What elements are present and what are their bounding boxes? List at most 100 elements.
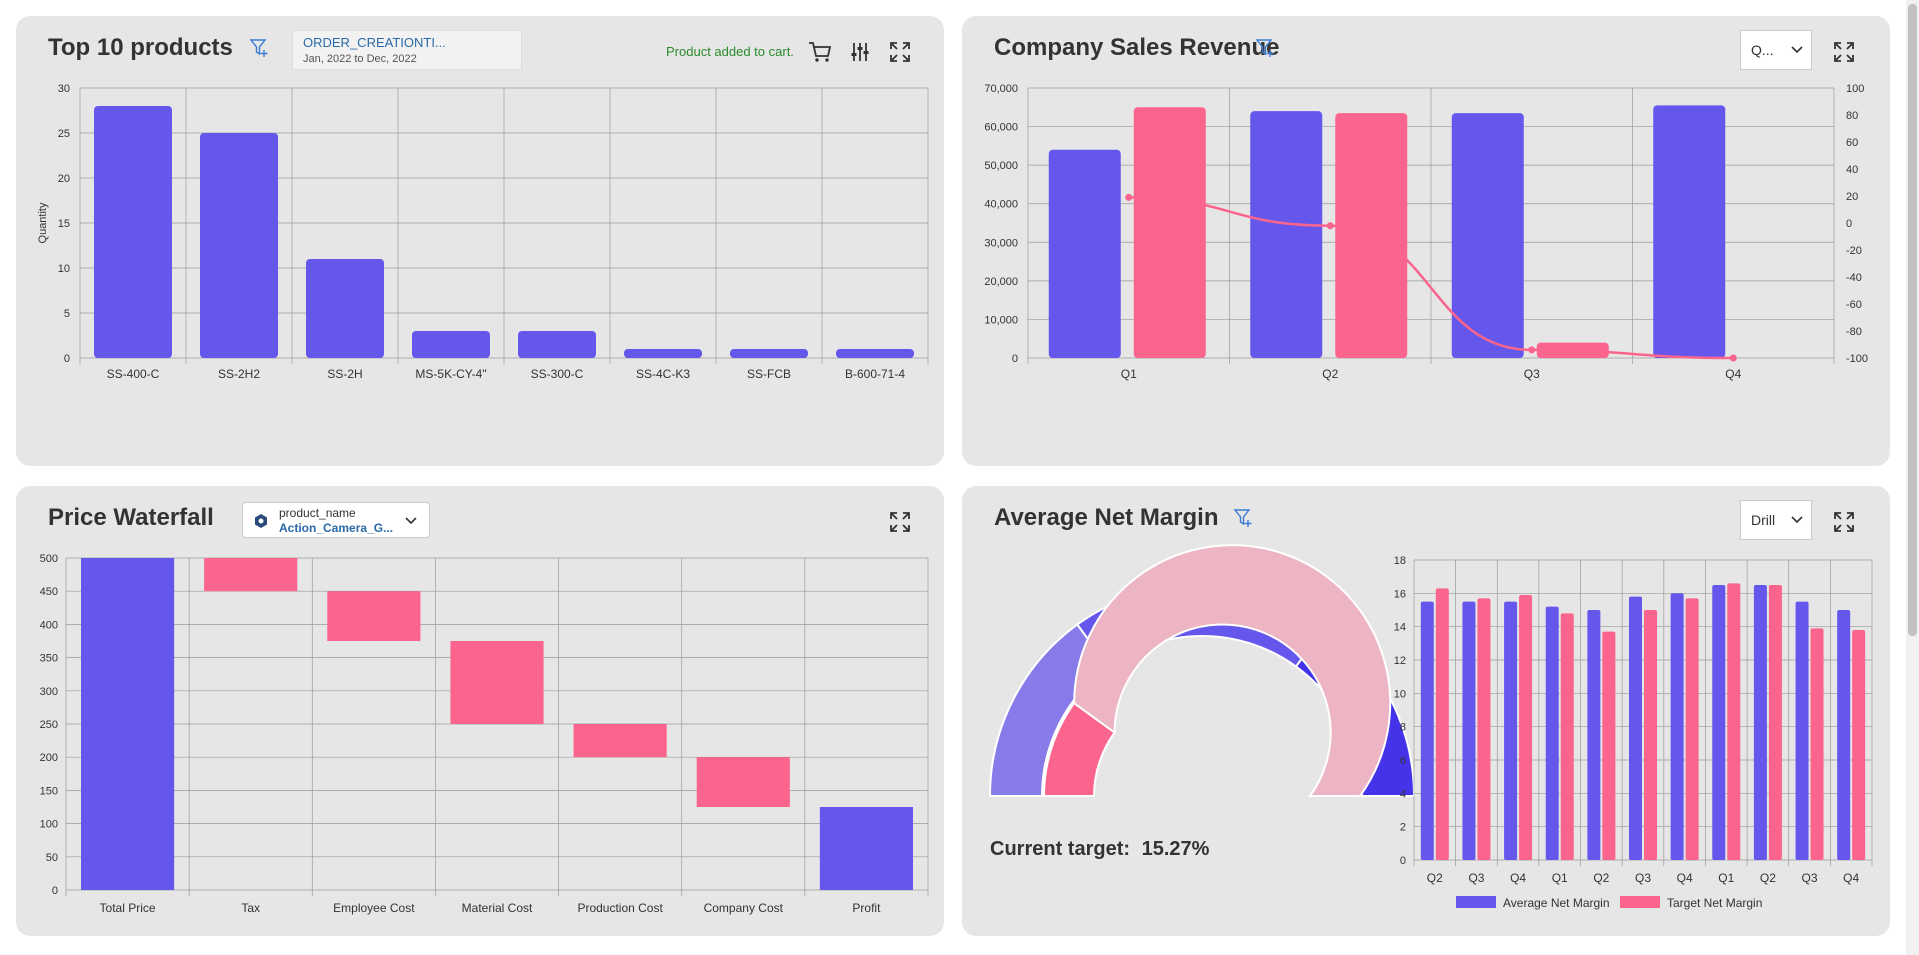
x-tick-label: Q4	[1725, 367, 1741, 381]
x-tick-label: Employee Cost	[333, 901, 415, 915]
bar	[200, 133, 278, 358]
drill-select[interactable]: Drill	[1740, 500, 1812, 540]
margin-gauge-chart	[988, 544, 1416, 797]
y2-tick-label: -100	[1846, 353, 1868, 365]
x-tick-label: MS-5K-CY-4"	[415, 367, 486, 381]
bar	[1250, 111, 1323, 358]
y-tick-label: 250	[40, 719, 58, 731]
bar	[1519, 595, 1533, 860]
bar	[1587, 610, 1601, 860]
bar	[518, 331, 596, 358]
x-tick-label: Q1	[1718, 871, 1734, 885]
bar	[1504, 601, 1518, 860]
y2-tick-label: 100	[1846, 83, 1864, 95]
bar	[1644, 610, 1657, 860]
bar	[1810, 628, 1824, 860]
y-tick-label: 150	[40, 785, 58, 797]
x-tick-label: SS-300-C	[531, 367, 584, 381]
bar	[1768, 585, 1782, 860]
x-tick-label: Q2	[1593, 871, 1609, 885]
date-filter-box[interactable]: ORDER_CREATIONTI... Jan, 2022 to Dec, 20…	[292, 30, 522, 70]
settings-sliders-icon[interactable]	[846, 38, 874, 66]
bar	[327, 591, 421, 641]
y-tick-label: 0	[52, 885, 58, 897]
x-tick-label: Q2	[1322, 367, 1338, 381]
date-filter-field: ORDER_CREATIONTI...	[303, 35, 446, 50]
x-tick-label: SS-4C-K3	[636, 367, 690, 381]
bar	[836, 349, 914, 358]
date-filter-range: Jan, 2022 to Dec, 2022	[303, 53, 417, 65]
y-tick-label: 200	[40, 752, 58, 764]
legend-label: Target Net Margin	[1667, 896, 1762, 910]
y-tick-label: 12	[1394, 655, 1406, 667]
y2-tick-label: 80	[1846, 110, 1858, 122]
cube-icon	[255, 514, 267, 528]
product-select[interactable]: product_name Action_Camera_G...	[242, 502, 430, 538]
y-tick-label: 300	[40, 686, 58, 698]
chevron-down-icon	[1791, 46, 1803, 54]
expand-icon[interactable]	[886, 508, 914, 536]
y-tick-label: 450	[40, 586, 58, 598]
quarter-select-value: Q...	[1751, 42, 1774, 58]
bar	[1629, 596, 1642, 860]
top10-chart: 0 5 10 15 20 25 30 Quantity SS-400-C SS-2H2 SS-2H M…	[37, 83, 929, 381]
bar	[573, 724, 667, 758]
y-axis-label: Quantity	[37, 202, 49, 243]
cart-icon[interactable]	[806, 38, 834, 66]
bar	[1048, 149, 1121, 358]
y-tick-label: 100	[40, 819, 58, 831]
y-tick-label: 15	[58, 218, 70, 230]
bar	[204, 558, 298, 592]
page-scrollbar[interactable]	[1906, 0, 1919, 955]
margin-bars-chart: 0 2 4 6 8 10 12 14 16 18 Q2 Q3 Q4 Q1 Q2 Q3 Q4 Q1 Q2 Q3 Q4 Ave…	[1394, 555, 1873, 910]
y2-tick-label: 0	[1846, 218, 1852, 230]
product-select-label: product_name	[279, 506, 356, 520]
y-tick-label: 0	[1012, 353, 1018, 365]
line-point	[1326, 222, 1334, 230]
scrollbar-thumb[interactable]	[1908, 4, 1917, 636]
current-target: Current target: 15.27%	[990, 838, 1209, 861]
filter-add-icon[interactable]	[246, 34, 274, 62]
bar	[624, 349, 702, 358]
bar	[1795, 601, 1809, 860]
x-tick-label: Q1	[1552, 871, 1568, 885]
bar	[1727, 583, 1741, 860]
line-point	[1528, 346, 1536, 354]
bar	[1670, 593, 1684, 860]
expand-icon[interactable]	[886, 38, 914, 66]
bar	[1837, 610, 1851, 860]
legend-label: Average Net Margin	[1503, 896, 1610, 910]
line-point	[1729, 354, 1737, 362]
x-tick-label: Q4	[1510, 871, 1526, 885]
y-tick-label: 30	[58, 83, 70, 95]
x-tick-label: Q1	[1121, 367, 1137, 381]
y-tick-label: 10,000	[984, 314, 1018, 326]
chevron-down-icon	[1791, 516, 1803, 524]
legend-swatch	[1456, 896, 1496, 908]
y-tick-label: 6	[1400, 755, 1406, 767]
x-tick-label: B-600-71-4	[845, 367, 905, 381]
expand-icon[interactable]	[1830, 508, 1858, 536]
y-tick-label: 350	[40, 653, 58, 665]
x-tick-label: Q3	[1802, 871, 1818, 885]
bar	[1753, 585, 1767, 860]
margin-card: Average Net Margin Drill Current target:…	[962, 486, 1890, 936]
x-tick-label: Q3	[1635, 871, 1651, 885]
bar	[306, 259, 384, 358]
y-tick-label: 70,000	[984, 83, 1018, 95]
x-tick-label: Q2	[1760, 871, 1776, 885]
y2-tick-label: 20	[1846, 191, 1858, 203]
filter-add-icon[interactable]	[1230, 504, 1258, 532]
bar	[696, 757, 790, 807]
bar	[81, 558, 175, 890]
y-tick-label: 20	[58, 173, 70, 185]
bar	[1462, 601, 1476, 860]
expand-icon[interactable]	[1830, 38, 1858, 66]
revenue-card: Company Sales Revenue Q... 0 10,000 20,000…	[962, 16, 1890, 466]
y-tick-label: 4	[1400, 788, 1406, 800]
waterfall-title: Price Waterfall	[48, 504, 214, 531]
quarter-select[interactable]: Q...	[1740, 30, 1812, 70]
y-tick-label: 0	[1400, 855, 1406, 867]
filter-add-icon[interactable]	[1252, 34, 1280, 62]
cart-status-text: Product added to cart.	[666, 44, 794, 59]
